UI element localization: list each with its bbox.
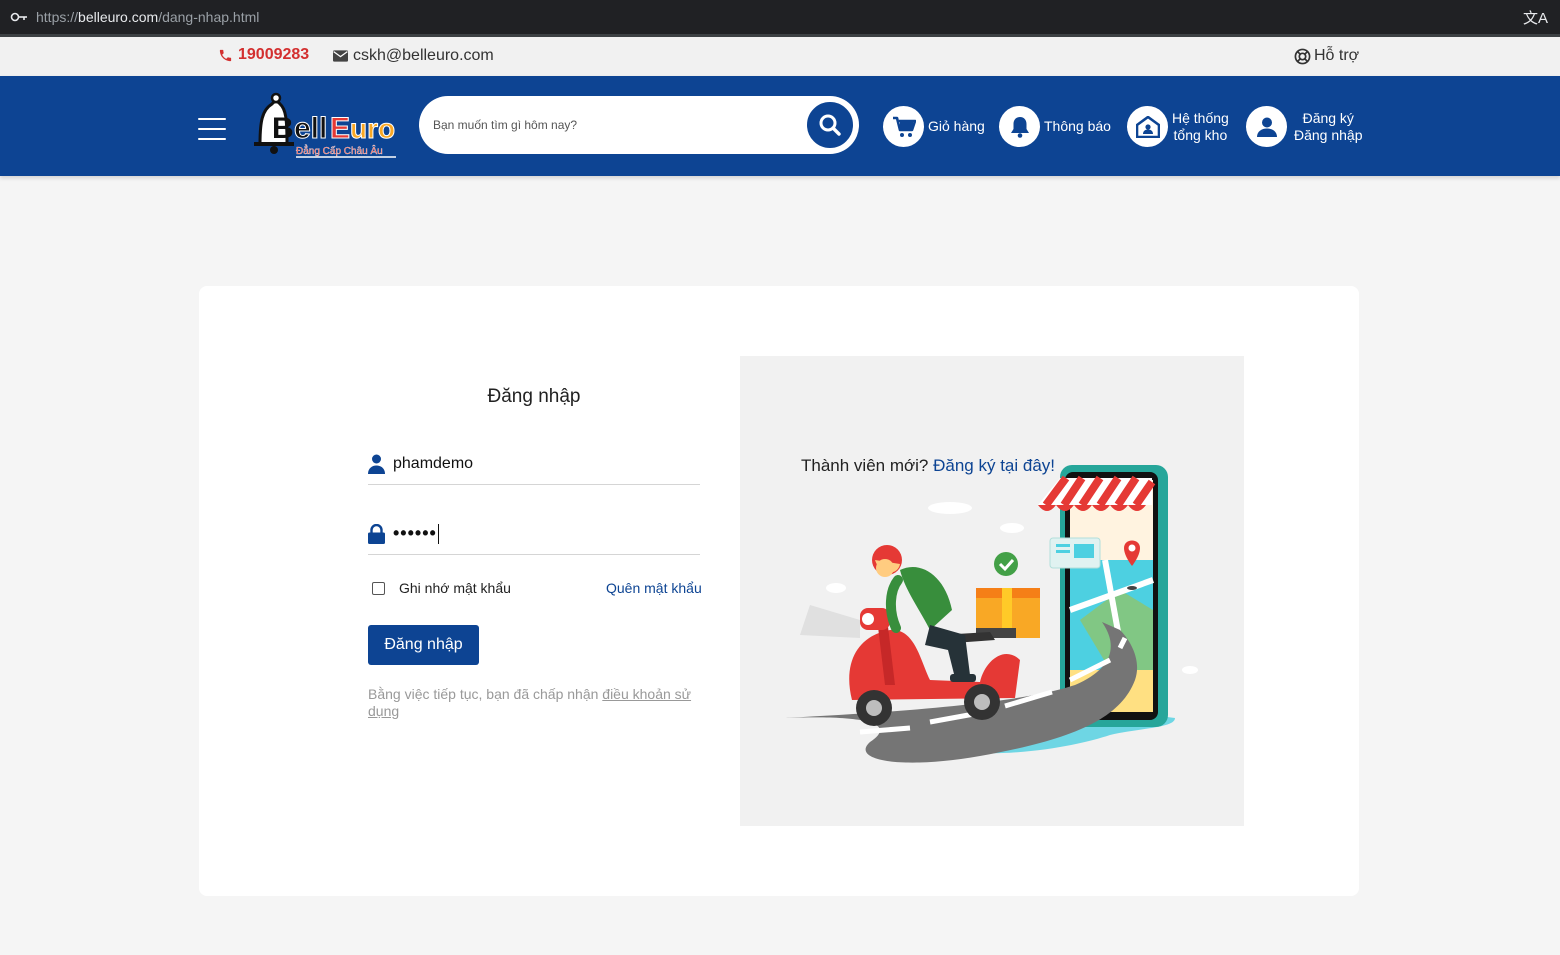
notification-button[interactable]: Thông báo xyxy=(999,106,1111,147)
login-title: Đăng nhập xyxy=(487,386,581,407)
mail-icon xyxy=(333,50,348,62)
password-field[interactable]: •••••• xyxy=(368,513,700,555)
register-link[interactable]: Đăng ký xyxy=(1294,110,1363,127)
bell-icon xyxy=(1010,116,1029,138)
url-domain: belleuro.com xyxy=(78,9,159,25)
search-bar xyxy=(419,96,859,154)
search-button[interactable] xyxy=(805,100,855,150)
user-icon xyxy=(368,454,385,474)
search-input[interactable] xyxy=(433,96,813,154)
remember-label: Ghi nhớ mật khẩu xyxy=(399,580,511,596)
terms-notice: Bằng việc tiếp tục, bạn đã chấp nhận điề… xyxy=(368,686,702,720)
terms-text: Bằng việc tiếp tục, bạn đã chấp nhận xyxy=(368,686,603,702)
new-member-prompt: Thành viên mới? Đăng ký tại đây! xyxy=(801,456,1055,476)
support-label: Hỗ trợ xyxy=(1314,47,1360,64)
warehouse-label-line1: Hệ thống xyxy=(1172,109,1229,126)
user-icon xyxy=(1256,117,1277,137)
password-input[interactable]: •••••• xyxy=(393,523,437,544)
warehouse-label-line2: tổng kho xyxy=(1173,126,1228,143)
svg-text:Đẳng Cấp Châu Âu: Đẳng Cấp Châu Âu xyxy=(296,144,383,157)
main-header: B ell E uro Đẳng Cấp Châu Âu Giỏ hàng Th… xyxy=(0,76,1560,176)
address-bar[interactable]: https://belleuro.com/dang-nhap.html xyxy=(36,9,259,25)
register-here-link[interactable]: Đăng ký tại đây! xyxy=(933,456,1055,475)
url-path: /dang-nhap.html xyxy=(158,9,260,25)
hotline[interactable]: 19009283 xyxy=(218,46,309,64)
remember-checkbox[interactable] xyxy=(372,581,385,595)
account-button[interactable]: Đăng ký Đăng nhập xyxy=(1246,106,1363,147)
email-address: cskh@belleuro.com xyxy=(353,47,494,64)
search-icon xyxy=(819,114,841,136)
new-member-text: Thành viên mới? xyxy=(801,456,934,475)
login-link[interactable]: Đăng nhập xyxy=(1294,127,1363,144)
phone-number: 19009283 xyxy=(238,46,310,63)
forgot-password-link[interactable]: Quên mật khẩu xyxy=(606,580,702,596)
url-scheme: https:// xyxy=(36,9,79,25)
notification-label: Thông báo xyxy=(1044,118,1111,134)
translate-icon[interactable]: 文A xyxy=(1523,7,1548,28)
lifebuoy-icon xyxy=(1294,48,1311,64)
key-icon xyxy=(10,12,27,22)
remember-me[interactable]: Ghi nhớ mật khẩu xyxy=(372,580,511,596)
svg-text:uro: uro xyxy=(350,113,395,144)
lock-icon xyxy=(368,523,385,544)
text-caret xyxy=(437,523,439,544)
cart-button[interactable]: Giỏ hàng xyxy=(883,106,985,147)
support-link[interactable]: Hỗ trợ xyxy=(1294,47,1359,65)
phone-icon xyxy=(219,49,232,61)
email-link[interactable]: cskh@belleuro.com xyxy=(333,47,494,65)
warehouse-icon xyxy=(1135,115,1160,138)
top-info-bar: 19009283 cskh@belleuro.com Hỗ trợ xyxy=(0,37,1560,76)
cart-label: Giỏ hàng xyxy=(928,118,985,134)
username-field[interactable] xyxy=(368,443,700,485)
brand-logo[interactable]: B ell E uro Đẳng Cấp Châu Âu xyxy=(252,92,400,162)
cart-icon xyxy=(892,116,916,137)
login-button[interactable]: Đăng nhập xyxy=(368,625,479,665)
svg-text:B: B xyxy=(272,112,294,145)
logo-text-bell: ell xyxy=(294,112,327,145)
hamburger-icon[interactable] xyxy=(198,118,226,142)
delivery-illustration xyxy=(785,465,1198,763)
browser-url-bar: https://belleuro.com/dang-nhap.html 文A xyxy=(0,0,1560,34)
warehouse-button[interactable]: Hệ thống tổng kho xyxy=(1127,106,1229,147)
svg-text:E: E xyxy=(330,112,350,145)
username-input[interactable] xyxy=(393,454,683,473)
